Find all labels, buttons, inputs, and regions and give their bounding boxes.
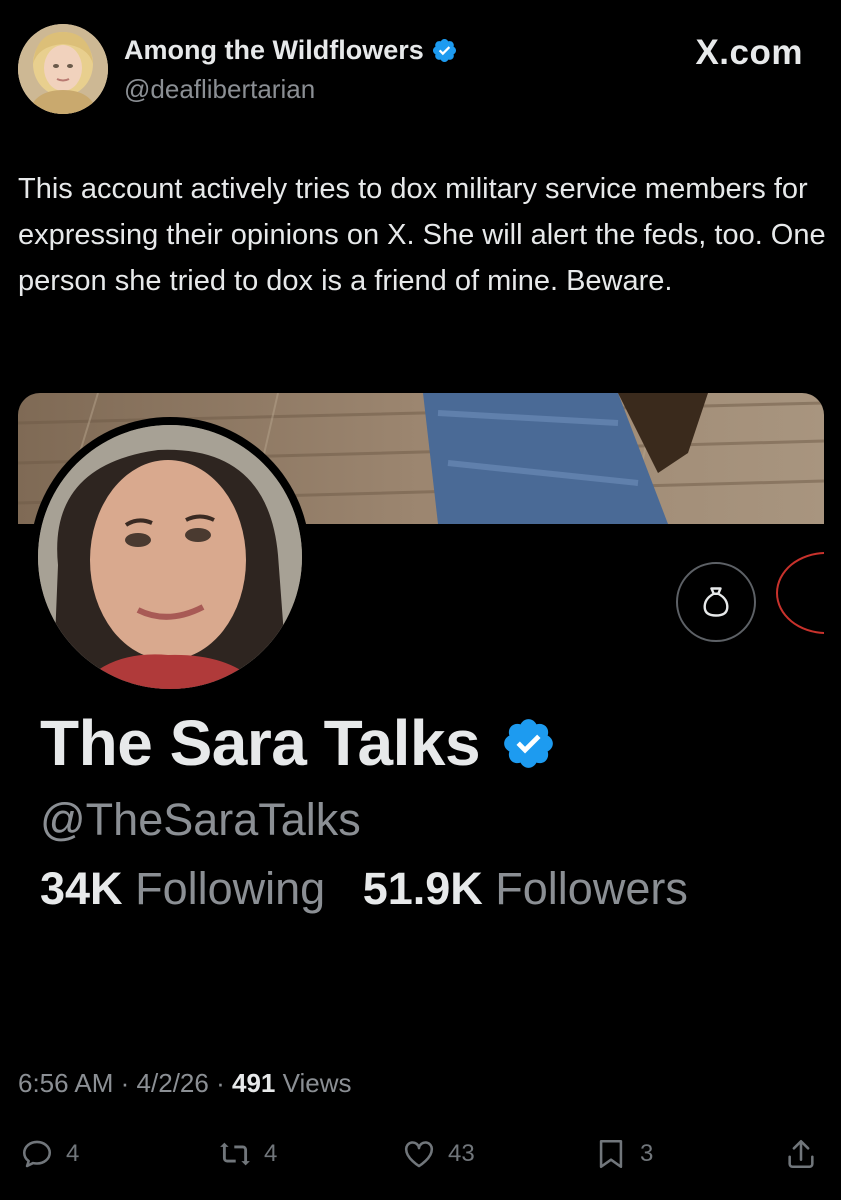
- profile-name[interactable]: The Sara Talks: [40, 706, 557, 780]
- author-avatar[interactable]: [18, 24, 108, 114]
- tweet-screenshot: Among the Wildflowers @deaflibertarian X…: [0, 0, 841, 1200]
- repost-button[interactable]: 4: [218, 1134, 277, 1174]
- author-name[interactable]: Among the Wildflowers: [124, 35, 458, 66]
- followers-stat[interactable]: 51.9K Followers: [363, 863, 688, 914]
- repost-count: 4: [264, 1140, 278, 1167]
- followers-label: Followers: [495, 863, 688, 914]
- bookmark-icon: [599, 1139, 623, 1169]
- meta-separator: ·: [120, 1068, 130, 1098]
- following-label: Following: [135, 863, 326, 914]
- tweet-date[interactable]: 4/2/26: [137, 1068, 209, 1098]
- heart-icon: [404, 1141, 434, 1168]
- views-label: Views: [282, 1068, 352, 1098]
- follow-button-partial[interactable]: [776, 552, 824, 634]
- attached-image[interactable]: The Sara Talks @TheSaraTalks 34K Followi…: [18, 393, 824, 1083]
- tip-button[interactable]: [676, 562, 756, 642]
- profile-stats: 34K Following 51.9K Followers: [40, 863, 688, 915]
- tweet-meta: 6:56 AM · 4/2/26 · 491 Views: [18, 1068, 352, 1099]
- like-button[interactable]: 43: [402, 1134, 475, 1174]
- like-count: 43: [448, 1140, 475, 1167]
- avatar-photo-icon: [18, 24, 108, 114]
- share-icon: [788, 1139, 814, 1169]
- tweet-text: This account actively tries to dox milit…: [18, 173, 826, 297]
- reply-button[interactable]: 4: [20, 1134, 79, 1174]
- repost-icon: [220, 1142, 250, 1166]
- following-count: 34K: [40, 863, 123, 914]
- author-name-text: Among the Wildflowers: [124, 35, 424, 65]
- profile-avatar[interactable]: [30, 417, 310, 697]
- money-bag-icon: [703, 587, 729, 617]
- tweet-time[interactable]: 6:56 AM: [18, 1068, 113, 1098]
- share-button[interactable]: [784, 1134, 818, 1174]
- profile-name-text: The Sara Talks: [40, 707, 481, 779]
- verified-badge-icon: [504, 718, 553, 768]
- following-stat[interactable]: 34K Following: [40, 863, 325, 914]
- followers-count: 51.9K: [362, 863, 483, 914]
- reply-icon: [22, 1140, 52, 1168]
- views-count: 491: [231, 1068, 276, 1098]
- bookmark-button[interactable]: 3: [594, 1134, 653, 1174]
- profile-photo-icon: [38, 425, 302, 689]
- bookmark-count: 3: [640, 1140, 654, 1167]
- author-handle[interactable]: @deaflibertarian: [124, 74, 315, 105]
- verified-badge-icon: [432, 38, 456, 63]
- reply-count: 4: [66, 1140, 80, 1167]
- profile-handle[interactable]: @TheSaraTalks: [40, 794, 361, 846]
- meta-separator: ·: [216, 1068, 225, 1098]
- xcom-watermark: X.com: [695, 33, 803, 72]
